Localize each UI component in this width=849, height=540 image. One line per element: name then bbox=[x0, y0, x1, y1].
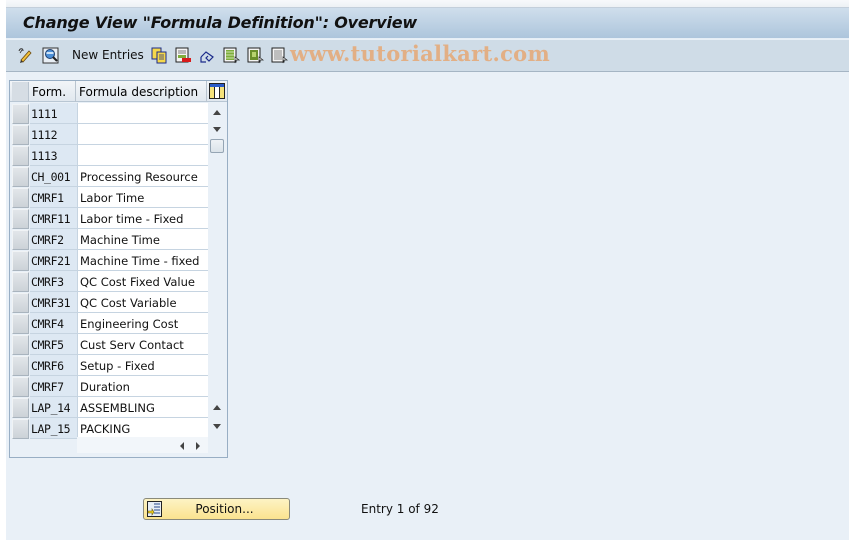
table-settings-icon[interactable] bbox=[209, 83, 225, 99]
table-row: CH_001 Processing Resource bbox=[10, 166, 210, 187]
formula-key-cell: CMRF1 bbox=[30, 187, 77, 208]
formula-key-cell: CMRF7 bbox=[30, 376, 77, 397]
formula-key-cell: CMRF2 bbox=[30, 229, 77, 250]
row-selector[interactable] bbox=[12, 230, 29, 250]
display-change-icon[interactable] bbox=[17, 47, 34, 64]
scroll-down-button[interactable] bbox=[210, 122, 224, 136]
vertical-scrollbar-top[interactable] bbox=[209, 103, 225, 153]
row-selector[interactable] bbox=[12, 125, 29, 145]
position-button-label: Position... bbox=[195, 502, 254, 516]
row-selector[interactable] bbox=[12, 209, 29, 229]
formula-description-input[interactable]: Labor Time bbox=[77, 187, 208, 208]
table-row: CMRF4 Engineering Cost bbox=[10, 313, 210, 334]
delete-icon[interactable] bbox=[175, 47, 192, 64]
table-row: LAP_15 PACKING bbox=[10, 418, 210, 439]
formula-description-input[interactable]: ASSEMBLING bbox=[77, 397, 208, 418]
horizontal-scrollbar[interactable] bbox=[77, 437, 208, 453]
row-selector[interactable] bbox=[12, 293, 29, 313]
formula-description-input[interactable]: Processing Resource bbox=[77, 166, 208, 187]
formula-key-cell: 1111 bbox=[30, 103, 77, 124]
table-row: CMRF7 Duration bbox=[10, 376, 210, 397]
watermark: www.tutorialkart.com bbox=[290, 41, 550, 66]
sap-window: Change View "Formula Definition": Overvi… bbox=[6, 0, 849, 540]
formula-description-input[interactable]: QC Cost Fixed Value bbox=[77, 271, 208, 292]
table-header: Form. Formula description bbox=[10, 81, 227, 102]
row-selector[interactable] bbox=[12, 272, 29, 292]
row-selector[interactable] bbox=[12, 167, 29, 187]
formula-key-cell: CH_001 bbox=[30, 166, 77, 187]
row-selector[interactable] bbox=[12, 104, 29, 124]
row-selector[interactable] bbox=[12, 377, 29, 397]
formula-description-input[interactable]: PACKING bbox=[77, 418, 208, 439]
page-title: Change View "Formula Definition": Overvi… bbox=[23, 13, 417, 32]
row-selector[interactable] bbox=[12, 398, 29, 418]
deselect-all-icon[interactable] bbox=[271, 47, 288, 64]
formula-key-cell: CMRF5 bbox=[30, 334, 77, 355]
row-selector[interactable] bbox=[12, 146, 29, 166]
formula-description-input[interactable]: QC Cost Variable bbox=[77, 292, 208, 313]
undo-change-icon[interactable] bbox=[199, 47, 216, 64]
select-all-icon[interactable] bbox=[223, 47, 240, 64]
scrollbar-thumb[interactable] bbox=[210, 139, 224, 153]
formula-description-input[interactable]: Machine Time - fixed bbox=[77, 250, 208, 271]
formula-key-cell: CMRF21 bbox=[30, 250, 77, 271]
row-selector[interactable] bbox=[12, 419, 29, 439]
scroll-page-up-button[interactable] bbox=[210, 401, 224, 415]
menu-strip bbox=[6, 0, 849, 8]
table-row: CMRF3 QC Cost Fixed Value bbox=[10, 271, 210, 292]
select-all-rows-button[interactable] bbox=[12, 82, 29, 101]
table-row: CMRF1 Labor Time bbox=[10, 187, 210, 208]
formula-key-cell: CMRF6 bbox=[30, 355, 77, 376]
formula-description-input[interactable]: Labor time - Fixed bbox=[77, 208, 208, 229]
formula-description-input[interactable] bbox=[77, 145, 208, 166]
table-row: CMRF31 QC Cost Variable bbox=[10, 292, 210, 313]
find-icon[interactable] bbox=[42, 47, 59, 64]
vertical-scrollbar-bottom[interactable] bbox=[209, 399, 225, 437]
position-button[interactable]: Position... bbox=[143, 498, 290, 520]
row-selector[interactable] bbox=[12, 356, 29, 376]
table-row: CMRF21 Machine Time - fixed bbox=[10, 250, 210, 271]
row-selector[interactable] bbox=[12, 188, 29, 208]
table-row: CMRF2 Machine Time bbox=[10, 229, 210, 250]
table-row: CMRF6 Setup - Fixed bbox=[10, 355, 210, 376]
formula-key-cell: LAP_15 bbox=[30, 418, 77, 439]
formula-description-input[interactable]: Duration bbox=[77, 376, 208, 397]
new-entries-button[interactable]: New Entries bbox=[72, 48, 144, 62]
table-row: 1112 bbox=[10, 124, 210, 145]
formula-key-cell: 1113 bbox=[30, 145, 77, 166]
formula-description-input[interactable]: Setup - Fixed bbox=[77, 355, 208, 376]
copy-as-icon[interactable] bbox=[151, 47, 168, 64]
formula-table: Form. Formula description 1111 1112 1113 CH… bbox=[9, 80, 228, 458]
select-block-icon[interactable] bbox=[247, 47, 264, 64]
scroll-page-down-button[interactable] bbox=[210, 419, 224, 433]
formula-description-input[interactable] bbox=[77, 124, 208, 145]
title-bar: Change View "Formula Definition": Overvi… bbox=[6, 8, 849, 39]
formula-description-input[interactable]: Engineering Cost bbox=[77, 313, 208, 334]
formula-key-cell: CMRF3 bbox=[30, 271, 77, 292]
table-row: LAP_14 ASSEMBLING bbox=[10, 397, 210, 418]
formula-key-cell: LAP_14 bbox=[30, 397, 77, 418]
formula-description-input[interactable]: Cust Serv Contact bbox=[77, 334, 208, 355]
formula-description-input[interactable] bbox=[77, 103, 208, 124]
row-selector[interactable] bbox=[12, 314, 29, 334]
table-row: CMRF5 Cust Serv Contact bbox=[10, 334, 210, 355]
table-row: 1113 bbox=[10, 145, 210, 166]
row-selector[interactable] bbox=[12, 251, 29, 271]
scroll-up-button[interactable] bbox=[210, 106, 224, 120]
formula-key-cell: 1112 bbox=[30, 124, 77, 145]
row-selector[interactable] bbox=[12, 335, 29, 355]
table-row: CMRF11 Labor time - Fixed bbox=[10, 208, 210, 229]
formula-description-input[interactable]: Machine Time bbox=[77, 229, 208, 250]
scroll-right-button[interactable] bbox=[191, 438, 205, 452]
column-header-formula[interactable]: Form. bbox=[30, 81, 76, 102]
scroll-left-button[interactable] bbox=[175, 438, 189, 452]
column-header-description[interactable]: Formula description bbox=[77, 81, 207, 102]
formula-key-cell: CMRF11 bbox=[30, 208, 77, 229]
table-row: 1111 bbox=[10, 103, 210, 124]
formula-key-cell: CMRF31 bbox=[30, 292, 77, 313]
application-toolbar: New Entries www.tutorialkart.com bbox=[6, 40, 849, 72]
formula-key-cell: CMRF4 bbox=[30, 313, 77, 334]
entry-counter: Entry 1 of 92 bbox=[361, 502, 439, 516]
